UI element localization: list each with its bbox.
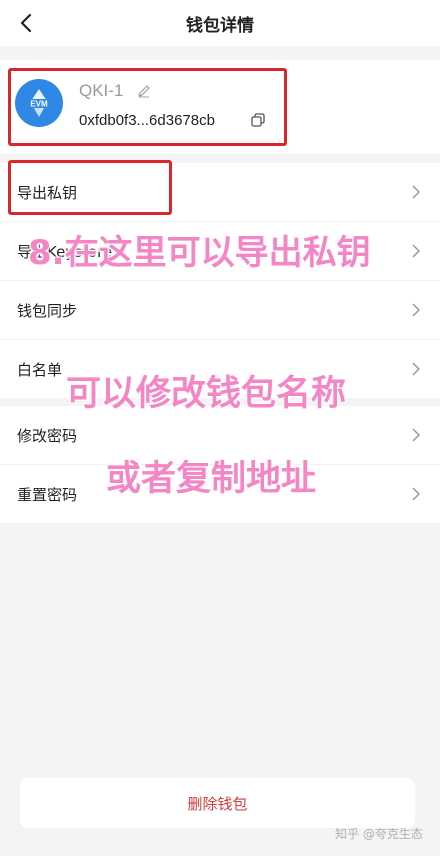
- annotation-copy-address: 或者复制地址: [105, 458, 317, 500]
- top-bar: 钱包详情: [0, 0, 440, 46]
- page-title: 钱包详情: [186, 15, 254, 36]
- chevron-right-icon: [412, 244, 420, 258]
- chevron-right-icon: [412, 487, 420, 501]
- highlight-box-wallet-card: [8, 68, 287, 146]
- chevron-right-icon: [412, 185, 420, 199]
- delete-wallet-button[interactable]: 删除钱包: [20, 778, 415, 828]
- annotation-export-key: 8.在这里可以导出私钥: [27, 232, 372, 274]
- menu-item-label: 钱包同步: [17, 301, 78, 320]
- chevron-right-icon: [412, 303, 420, 317]
- chevron-left-icon: [20, 13, 32, 33]
- annotation-rename-wallet: 可以修改钱包名称: [65, 373, 347, 415]
- watermark: 知乎 @夸克生态: [335, 827, 423, 841]
- menu-item-wallet-sync[interactable]: 钱包同步: [0, 281, 440, 340]
- menu-item-label: 修改密码: [17, 426, 78, 445]
- menu-item-label: 白名单: [17, 360, 63, 379]
- chevron-right-icon: [412, 362, 420, 376]
- menu-item-label: 重置密码: [17, 485, 78, 504]
- back-button[interactable]: [14, 9, 38, 37]
- chevron-right-icon: [412, 428, 420, 442]
- highlight-box-export-key: [8, 160, 172, 215]
